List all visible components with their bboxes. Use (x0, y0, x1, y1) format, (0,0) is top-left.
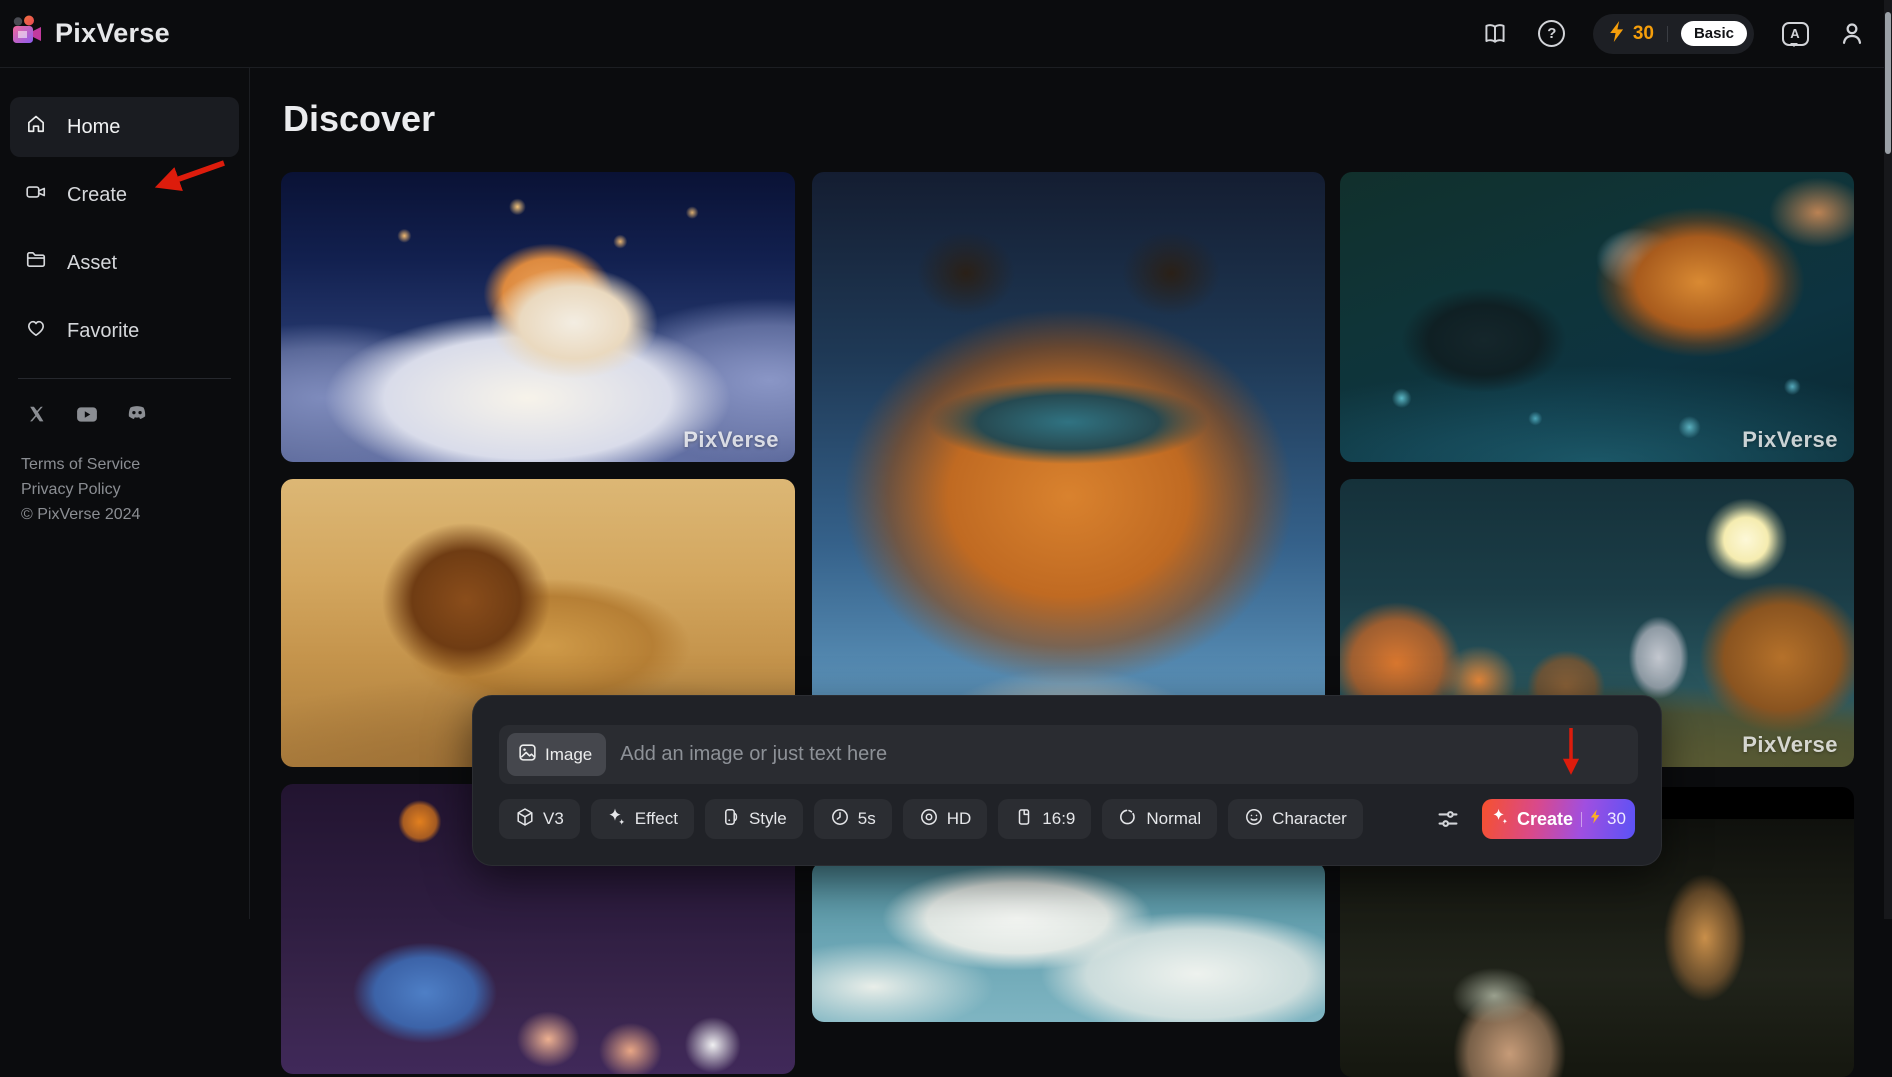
sparkle-icon (607, 807, 627, 832)
x-icon[interactable] (26, 403, 48, 425)
option-label: Character (1272, 809, 1347, 829)
social-links (0, 403, 249, 425)
youtube-icon[interactable] (76, 403, 98, 425)
create-button-cost: 30 (1607, 809, 1626, 829)
motion-icon (1118, 807, 1138, 832)
profile-icon[interactable] (1836, 18, 1868, 50)
sidebar-item-create[interactable]: Create (10, 165, 239, 225)
effect-button[interactable]: Effect (591, 799, 694, 839)
character-icon (1244, 807, 1264, 832)
help-glyph: ? (1547, 25, 1556, 42)
option-label: HD (947, 809, 972, 829)
pixverse-watermark: PixVerse (683, 427, 779, 453)
credits-pill[interactable]: 30 Basic (1593, 14, 1754, 54)
sidebar-item-home[interactable]: Home (10, 97, 239, 157)
option-label: Normal (1146, 809, 1201, 829)
aspect-ratio-icon (1014, 807, 1034, 832)
credits-amount: 30 (1633, 23, 1654, 45)
topbar-actions: ? 30 Basic A (1479, 14, 1868, 54)
folder-icon (25, 249, 47, 277)
sparkle-icon (1491, 807, 1510, 831)
scrollbar-track[interactable] (1884, 0, 1892, 919)
create-button-label: Create (1517, 809, 1573, 830)
option-label: Style (749, 809, 787, 829)
character-button[interactable]: Character (1228, 799, 1363, 839)
option-label: 16:9 (1042, 809, 1075, 829)
feedback-icon[interactable]: A (1779, 18, 1811, 50)
model-version-button[interactable]: V3 (499, 799, 580, 839)
sidebar-item-label: Home (67, 116, 120, 139)
sidebar: Home Create Asset (0, 68, 250, 919)
brand-logo[interactable]: PixVerse (10, 14, 170, 53)
copyright-text: © PixVerse 2024 (21, 502, 249, 527)
quality-button[interactable]: HD (903, 799, 988, 839)
sidebar-item-favorite[interactable]: Favorite (10, 301, 239, 361)
option-label: V3 (543, 809, 564, 829)
privacy-link[interactable]: Privacy Policy (21, 477, 249, 502)
motion-mode-button[interactable]: Normal (1102, 799, 1217, 839)
sidebar-item-label: Asset (67, 252, 117, 275)
pixverse-watermark: PixVerse (1742, 732, 1838, 758)
style-icon (721, 807, 741, 832)
brand-name: PixVerse (55, 18, 170, 49)
legal-links: Terms of Service Privacy Policy © PixVer… (0, 452, 249, 527)
quality-icon (919, 807, 939, 832)
sidebar-item-label: Create (67, 184, 127, 207)
docs-book-icon[interactable] (1479, 18, 1511, 50)
prompt-text-input[interactable] (620, 743, 1622, 766)
pill-divider (1667, 26, 1668, 42)
page-title: Discover (283, 98, 435, 140)
feedback-glyph: A (1790, 26, 1799, 41)
prompt-panel: Image V3 Effect (472, 695, 1662, 866)
duration-button[interactable]: 5s (814, 799, 892, 839)
pixverse-logo-icon (10, 14, 44, 53)
top-bar: PixVerse ? 30 Basic A (0, 0, 1892, 68)
advanced-settings-icon[interactable] (1433, 804, 1463, 834)
prompt-input-row[interactable]: Image (499, 725, 1638, 784)
video-thumbnail-snake-fish[interactable]: PixVerse (1340, 172, 1854, 462)
clock-icon (830, 807, 850, 832)
add-image-label: Image (545, 745, 592, 765)
sidebar-divider (18, 378, 231, 379)
plan-badge[interactable]: Basic (1681, 21, 1747, 46)
style-button[interactable]: Style (705, 799, 803, 839)
home-icon (25, 113, 47, 141)
heart-icon (25, 317, 47, 345)
aspect-ratio-button[interactable]: 16:9 (998, 799, 1091, 839)
scrollbar-thumb[interactable] (1885, 12, 1891, 154)
cube-icon (515, 807, 535, 832)
video-camera-icon (25, 181, 47, 209)
lightning-bolt-icon (1609, 21, 1624, 47)
option-label: Effect (635, 809, 678, 829)
terms-link[interactable]: Terms of Service (21, 452, 249, 477)
prompt-options-row: V3 Effect Style (499, 799, 1635, 839)
option-label: 5s (858, 809, 876, 829)
create-button[interactable]: Create 30 (1482, 799, 1635, 839)
create-divider (1581, 812, 1582, 827)
video-thumbnail-kitten-clouds[interactable]: PixVerse (281, 172, 795, 462)
pixverse-watermark: PixVerse (1742, 427, 1838, 453)
help-icon[interactable]: ? (1536, 18, 1568, 50)
sidebar-item-asset[interactable]: Asset (10, 233, 239, 293)
lightning-bolt-icon (1590, 809, 1600, 829)
video-thumbnail-sky-clouds[interactable] (812, 862, 1325, 1022)
add-image-button[interactable]: Image (507, 733, 606, 776)
discord-icon[interactable] (126, 403, 148, 425)
sidebar-item-label: Favorite (67, 320, 139, 343)
image-icon (517, 742, 538, 768)
